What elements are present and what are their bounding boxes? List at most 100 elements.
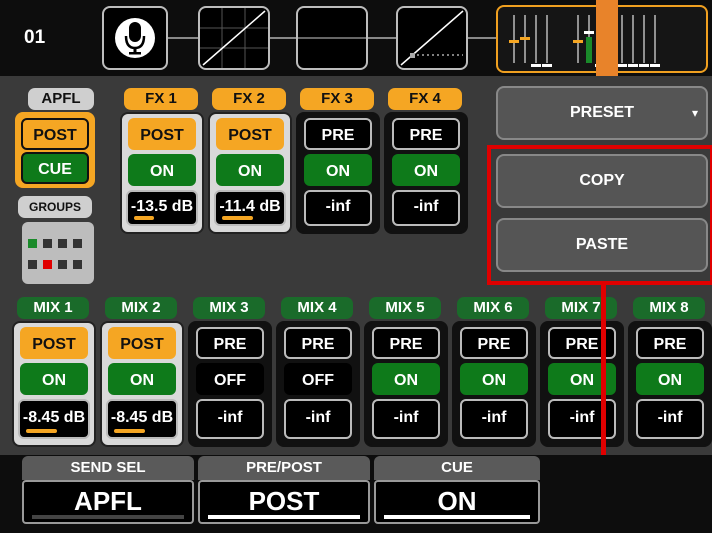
copy-button[interactable]: COPY [496, 154, 708, 208]
mix2-strip: POST ON -8.45 dB [100, 321, 184, 447]
fx1-on-button[interactable]: ON [128, 154, 196, 186]
fx3-mode-button[interactable]: PRE [304, 118, 372, 150]
mix1-on-button[interactable]: ON [20, 363, 88, 395]
fx1-strip: POST ON -13.5 dB [120, 112, 204, 234]
eq-button[interactable] [198, 6, 270, 70]
mix1-mode-button[interactable]: POST [20, 327, 88, 359]
mix8-mode-button[interactable]: PRE [636, 327, 704, 359]
input-button[interactable] [102, 6, 168, 70]
mix3-mode-button[interactable]: PRE [196, 327, 264, 359]
apfl-post-button[interactable]: POST [21, 118, 89, 150]
mix4-strip: PRE OFF -inf [276, 321, 360, 447]
fx2-on-button[interactable]: ON [216, 154, 284, 186]
mix8-on-button[interactable]: ON [636, 363, 704, 395]
cue-label: CUE [374, 456, 540, 480]
groups-button[interactable] [22, 222, 94, 284]
mix3-level[interactable]: -inf [196, 399, 264, 439]
dropdown-arrow-icon: ▾ [691, 106, 698, 120]
fx2-level[interactable]: -11.4 dB [214, 190, 286, 226]
fx2-strip: POST ON -11.4 dB [208, 112, 292, 234]
mix5-level-value: -inf [393, 409, 419, 426]
fx1-mode-button[interactable]: POST [128, 118, 196, 150]
mix8-strip: PRE ON -inf [628, 321, 712, 447]
fx4-mode-button[interactable]: PRE [392, 118, 460, 150]
fx1-level-value: -13.5 dB [130, 198, 194, 215]
prepost-value-box[interactable]: POST [198, 480, 370, 524]
fx2-level-value: -11.4 dB [219, 198, 281, 215]
mix5-on-button[interactable]: ON [372, 363, 440, 395]
mix7-level-value: -inf [569, 409, 595, 426]
mix3-label: MIX 3 [193, 297, 265, 319]
mix4-off-button[interactable]: OFF [284, 363, 352, 395]
mix2-label: MIX 2 [105, 297, 177, 319]
mix7-strip: PRE ON -inf [540, 321, 624, 447]
mix1-label: MIX 1 [17, 297, 89, 319]
mix2-level-value: -8.45 dB [110, 409, 174, 426]
mix4-label: MIX 4 [281, 297, 353, 319]
fx2-label: FX 2 [212, 88, 286, 110]
mix1-level-bar [26, 429, 57, 433]
mix4-level-value: -inf [305, 409, 331, 426]
send-sel-bar [32, 515, 184, 519]
prepost-control[interactable]: PRE/POST POST [198, 456, 370, 524]
mix8-level-value: -inf [657, 409, 683, 426]
flat-curve-icon [298, 37, 366, 39]
send-sel-control[interactable]: SEND SEL APFL [22, 456, 194, 524]
fx2-level-bar [222, 216, 253, 220]
mix2-on-button[interactable]: ON [108, 363, 176, 395]
fx4-on-button[interactable]: ON [392, 154, 460, 186]
mix7-label: MIX 7 [545, 297, 617, 319]
mix6-level-value: -inf [481, 409, 507, 426]
groups-label: GROUPS [18, 196, 92, 218]
fx4-label: FX 4 [388, 88, 462, 110]
fx1-level[interactable]: -13.5 dB [126, 190, 198, 226]
mix6-mode-button[interactable]: PRE [460, 327, 528, 359]
fx3-on-button[interactable]: ON [304, 154, 372, 186]
mix5-mode-button[interactable]: PRE [372, 327, 440, 359]
mix2-mode-button[interactable]: POST [108, 327, 176, 359]
mix8-level[interactable]: -inf [636, 399, 704, 439]
mix5-level[interactable]: -inf [372, 399, 440, 439]
mix1-level-value: -8.45 dB [22, 409, 86, 426]
mix2-level[interactable]: -8.45 dB [106, 399, 178, 439]
mix4-mode-button[interactable]: PRE [284, 327, 352, 359]
apfl-label: APFL [28, 88, 94, 110]
mix3-strip: PRE OFF -inf [188, 321, 272, 447]
eq-curve-icon [200, 8, 268, 68]
fx1-level-bar [134, 216, 155, 220]
prepost-value: POST [248, 486, 320, 516]
fx3-label: FX 3 [300, 88, 374, 110]
mix1-strip: POST ON -8.45 dB [12, 321, 96, 447]
prepost-bar [208, 515, 360, 519]
mix6-strip: PRE ON -inf [452, 321, 536, 447]
gate-button[interactable] [396, 6, 468, 70]
mix6-level[interactable]: -inf [460, 399, 528, 439]
mix3-off-button[interactable]: OFF [196, 363, 264, 395]
fx3-strip: PRE ON -inf [296, 112, 380, 234]
mix5-label: MIX 5 [369, 297, 441, 319]
mix2-level-bar [114, 429, 145, 433]
cue-control[interactable]: CUE ON [374, 456, 540, 524]
mix1-level[interactable]: -8.45 dB [18, 399, 90, 439]
send-sel-value: APFL [74, 486, 142, 516]
microphone-icon [115, 18, 155, 58]
apfl-cue-button[interactable]: CUE [21, 152, 89, 184]
cue-value-box[interactable]: ON [374, 480, 540, 524]
dynamics-button[interactable] [296, 6, 368, 70]
mix4-level[interactable]: -inf [284, 399, 352, 439]
preset-label: PRESET [569, 104, 634, 121]
fx1-label: FX 1 [124, 88, 198, 110]
preset-button[interactable]: PRESET ▾ [496, 86, 708, 140]
fx3-level[interactable]: -inf [304, 190, 372, 226]
fx2-mode-button[interactable]: POST [216, 118, 284, 150]
gate-curve-icon [400, 10, 464, 66]
paste-button[interactable]: PASTE [496, 218, 708, 272]
mix3-level-value: -inf [217, 409, 243, 426]
fx4-level[interactable]: -inf [392, 190, 460, 226]
mix6-on-button[interactable]: ON [460, 363, 528, 395]
channel-number: 01 [24, 27, 46, 48]
cue-bar [384, 515, 530, 519]
send-sel-value-box[interactable]: APFL [22, 480, 194, 524]
send-sel-label: SEND SEL [22, 456, 194, 480]
fx4-strip: PRE ON -inf [384, 112, 468, 234]
